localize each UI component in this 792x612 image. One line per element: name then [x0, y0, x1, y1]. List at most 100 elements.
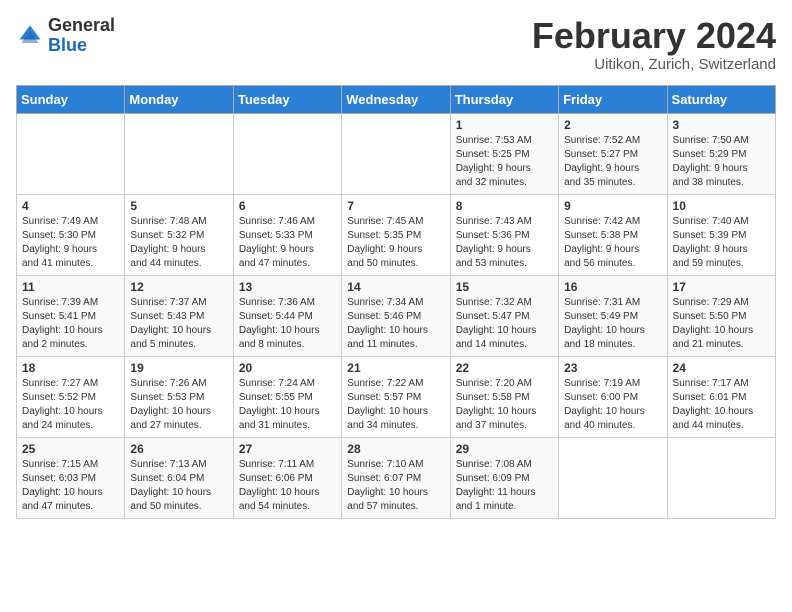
- calendar-cell: 21 Sunrise: 7:22 AM Sunset: 5:57 PM Dayli…: [342, 356, 450, 437]
- col-tuesday: Tuesday: [233, 85, 341, 113]
- calendar-cell: 29 Sunrise: 7:08 AM Sunset: 6:09 PM Dayli…: [450, 437, 558, 518]
- day-number: 12: [130, 280, 227, 294]
- calendar-cell: 18 Sunrise: 7:27 AM Sunset: 5:52 PM Dayli…: [17, 356, 125, 437]
- day-number: 23: [564, 361, 661, 375]
- day-number: 13: [239, 280, 336, 294]
- cell-content: Sunrise: 7:36 AM Sunset: 5:44 PM Dayligh…: [239, 296, 336, 352]
- cell-content: Sunrise: 7:20 AM Sunset: 5:58 PM Dayligh…: [456, 377, 553, 433]
- cell-content: Sunrise: 7:10 AM Sunset: 6:07 PM Dayligh…: [347, 458, 444, 514]
- day-number: 7: [347, 199, 444, 213]
- cell-content: Sunrise: 7:32 AM Sunset: 5:47 PM Dayligh…: [456, 296, 553, 352]
- calendar-week-3: 18 Sunrise: 7:27 AM Sunset: 5:52 PM Dayli…: [17, 356, 776, 437]
- calendar-table: Sunday Monday Tuesday Wednesday Thursday…: [16, 85, 776, 519]
- calendar-cell: 3Sunrise: 7:50 AM Sunset: 5:29 PM Daylig…: [667, 113, 775, 194]
- calendar-cell: 15 Sunrise: 7:32 AM Sunset: 5:47 PM Dayli…: [450, 275, 558, 356]
- cell-content: Sunrise: 7:15 AM Sunset: 6:03 PM Dayligh…: [22, 458, 119, 514]
- calendar-cell: 22Sunrise: 7:20 AM Sunset: 5:58 PM Dayli…: [450, 356, 558, 437]
- col-friday: Friday: [559, 85, 667, 113]
- calendar-cell: 28 Sunrise: 7:10 AM Sunset: 6:07 PM Dayli…: [342, 437, 450, 518]
- cell-content: Sunrise: 7:42 AM Sunset: 5:38 PM Dayligh…: [564, 215, 661, 271]
- calendar-cell: 10 Sunrise: 7:40 AM Sunset: 5:39 PM Dayli…: [667, 194, 775, 275]
- cell-content: Sunrise: 7:31 AM Sunset: 5:49 PM Dayligh…: [564, 296, 661, 352]
- calendar-cell: [17, 113, 125, 194]
- calendar-cell: 7 Sunrise: 7:45 AM Sunset: 5:35 PM Daylig…: [342, 194, 450, 275]
- calendar-cell: 13 Sunrise: 7:36 AM Sunset: 5:44 PM Dayli…: [233, 275, 341, 356]
- logo-icon: [16, 22, 44, 50]
- col-thursday: Thursday: [450, 85, 558, 113]
- cell-content: Sunrise: 7:37 AM Sunset: 5:43 PM Dayligh…: [130, 296, 227, 352]
- calendar-week-2: 11 Sunrise: 7:39 AM Sunset: 5:41 PM Dayli…: [17, 275, 776, 356]
- calendar-cell: 12 Sunrise: 7:37 AM Sunset: 5:43 PM Dayli…: [125, 275, 233, 356]
- calendar-week-0: 1Sunrise: 7:53 AM Sunset: 5:25 PM Daylig…: [17, 113, 776, 194]
- calendar-cell: 17 Sunrise: 7:29 AM Sunset: 5:50 PM Dayli…: [667, 275, 775, 356]
- cell-content: Sunrise: 7:49 AM Sunset: 5:30 PM Dayligh…: [22, 215, 119, 271]
- calendar-cell: [342, 113, 450, 194]
- day-number: 17: [673, 280, 770, 294]
- day-number: 25: [22, 442, 119, 456]
- calendar-cell: 23Sunrise: 7:19 AM Sunset: 6:00 PM Dayli…: [559, 356, 667, 437]
- logo: General Blue: [16, 16, 115, 56]
- calendar-week-1: 4 Sunrise: 7:49 AM Sunset: 5:30 PM Daylig…: [17, 194, 776, 275]
- calendar-body: 1Sunrise: 7:53 AM Sunset: 5:25 PM Daylig…: [17, 113, 776, 518]
- calendar-header: Sunday Monday Tuesday Wednesday Thursday…: [17, 85, 776, 113]
- col-saturday: Saturday: [667, 85, 775, 113]
- calendar-cell: 20 Sunrise: 7:24 AM Sunset: 5:55 PM Dayli…: [233, 356, 341, 437]
- month-title: February 2024: [532, 16, 776, 56]
- cell-content: Sunrise: 7:22 AM Sunset: 5:57 PM Dayligh…: [347, 377, 444, 433]
- day-number: 10: [673, 199, 770, 213]
- cell-content: Sunrise: 7:53 AM Sunset: 5:25 PM Dayligh…: [456, 134, 553, 190]
- calendar-cell: 16 Sunrise: 7:31 AM Sunset: 5:49 PM Dayli…: [559, 275, 667, 356]
- cell-content: Sunrise: 7:52 AM Sunset: 5:27 PM Dayligh…: [564, 134, 661, 190]
- day-number: 11: [22, 280, 119, 294]
- calendar-cell: 14Sunrise: 7:34 AM Sunset: 5:46 PM Dayli…: [342, 275, 450, 356]
- day-number: 19: [130, 361, 227, 375]
- day-number: 20: [239, 361, 336, 375]
- cell-content: Sunrise: 7:46 AM Sunset: 5:33 PM Dayligh…: [239, 215, 336, 271]
- day-number: 15: [456, 280, 553, 294]
- calendar-cell: [125, 113, 233, 194]
- calendar-cell: 4 Sunrise: 7:49 AM Sunset: 5:30 PM Daylig…: [17, 194, 125, 275]
- day-number: 9: [564, 199, 661, 213]
- title-block: February 2024 Uitikon, Zurich, Switzerla…: [532, 16, 776, 73]
- day-number: 6: [239, 199, 336, 213]
- day-number: 2: [564, 118, 661, 132]
- day-number: 8: [456, 199, 553, 213]
- location-subtitle: Uitikon, Zurich, Switzerland: [532, 56, 776, 73]
- logo-blue-text: Blue: [48, 35, 87, 55]
- col-wednesday: Wednesday: [342, 85, 450, 113]
- logo-general-text: General: [48, 15, 115, 35]
- day-number: 29: [456, 442, 553, 456]
- cell-content: Sunrise: 7:24 AM Sunset: 5:55 PM Dayligh…: [239, 377, 336, 433]
- calendar-cell: 26 Sunrise: 7:13 AM Sunset: 6:04 PM Dayli…: [125, 437, 233, 518]
- cell-content: Sunrise: 7:50 AM Sunset: 5:29 PM Dayligh…: [673, 134, 770, 190]
- day-number: 28: [347, 442, 444, 456]
- cell-content: Sunrise: 7:08 AM Sunset: 6:09 PM Dayligh…: [456, 458, 553, 514]
- calendar-cell: 27Sunrise: 7:11 AM Sunset: 6:06 PM Dayli…: [233, 437, 341, 518]
- cell-content: Sunrise: 7:40 AM Sunset: 5:39 PM Dayligh…: [673, 215, 770, 271]
- calendar-cell: 9 Sunrise: 7:42 AM Sunset: 5:38 PM Daylig…: [559, 194, 667, 275]
- calendar-cell: [233, 113, 341, 194]
- day-number: 18: [22, 361, 119, 375]
- calendar-cell: [667, 437, 775, 518]
- cell-content: Sunrise: 7:39 AM Sunset: 5:41 PM Dayligh…: [22, 296, 119, 352]
- day-number: 4: [22, 199, 119, 213]
- day-number: 27: [239, 442, 336, 456]
- day-number: 16: [564, 280, 661, 294]
- cell-content: Sunrise: 7:13 AM Sunset: 6:04 PM Dayligh…: [130, 458, 227, 514]
- calendar-week-4: 25 Sunrise: 7:15 AM Sunset: 6:03 PM Dayli…: [17, 437, 776, 518]
- calendar-cell: 11 Sunrise: 7:39 AM Sunset: 5:41 PM Dayli…: [17, 275, 125, 356]
- day-number: 5: [130, 199, 227, 213]
- calendar-cell: 8Sunrise: 7:43 AM Sunset: 5:36 PM Daylig…: [450, 194, 558, 275]
- calendar-cell: 6 Sunrise: 7:46 AM Sunset: 5:33 PM Daylig…: [233, 194, 341, 275]
- day-number: 21: [347, 361, 444, 375]
- col-sunday: Sunday: [17, 85, 125, 113]
- calendar-cell: 5Sunrise: 7:48 AM Sunset: 5:32 PM Daylig…: [125, 194, 233, 275]
- cell-content: Sunrise: 7:45 AM Sunset: 5:35 PM Dayligh…: [347, 215, 444, 271]
- col-monday: Monday: [125, 85, 233, 113]
- cell-content: Sunrise: 7:27 AM Sunset: 5:52 PM Dayligh…: [22, 377, 119, 433]
- day-number: 26: [130, 442, 227, 456]
- cell-content: Sunrise: 7:29 AM Sunset: 5:50 PM Dayligh…: [673, 296, 770, 352]
- page-header: General Blue February 2024 Uitikon, Zuri…: [16, 16, 776, 73]
- cell-content: Sunrise: 7:34 AM Sunset: 5:46 PM Dayligh…: [347, 296, 444, 352]
- calendar-cell: 1Sunrise: 7:53 AM Sunset: 5:25 PM Daylig…: [450, 113, 558, 194]
